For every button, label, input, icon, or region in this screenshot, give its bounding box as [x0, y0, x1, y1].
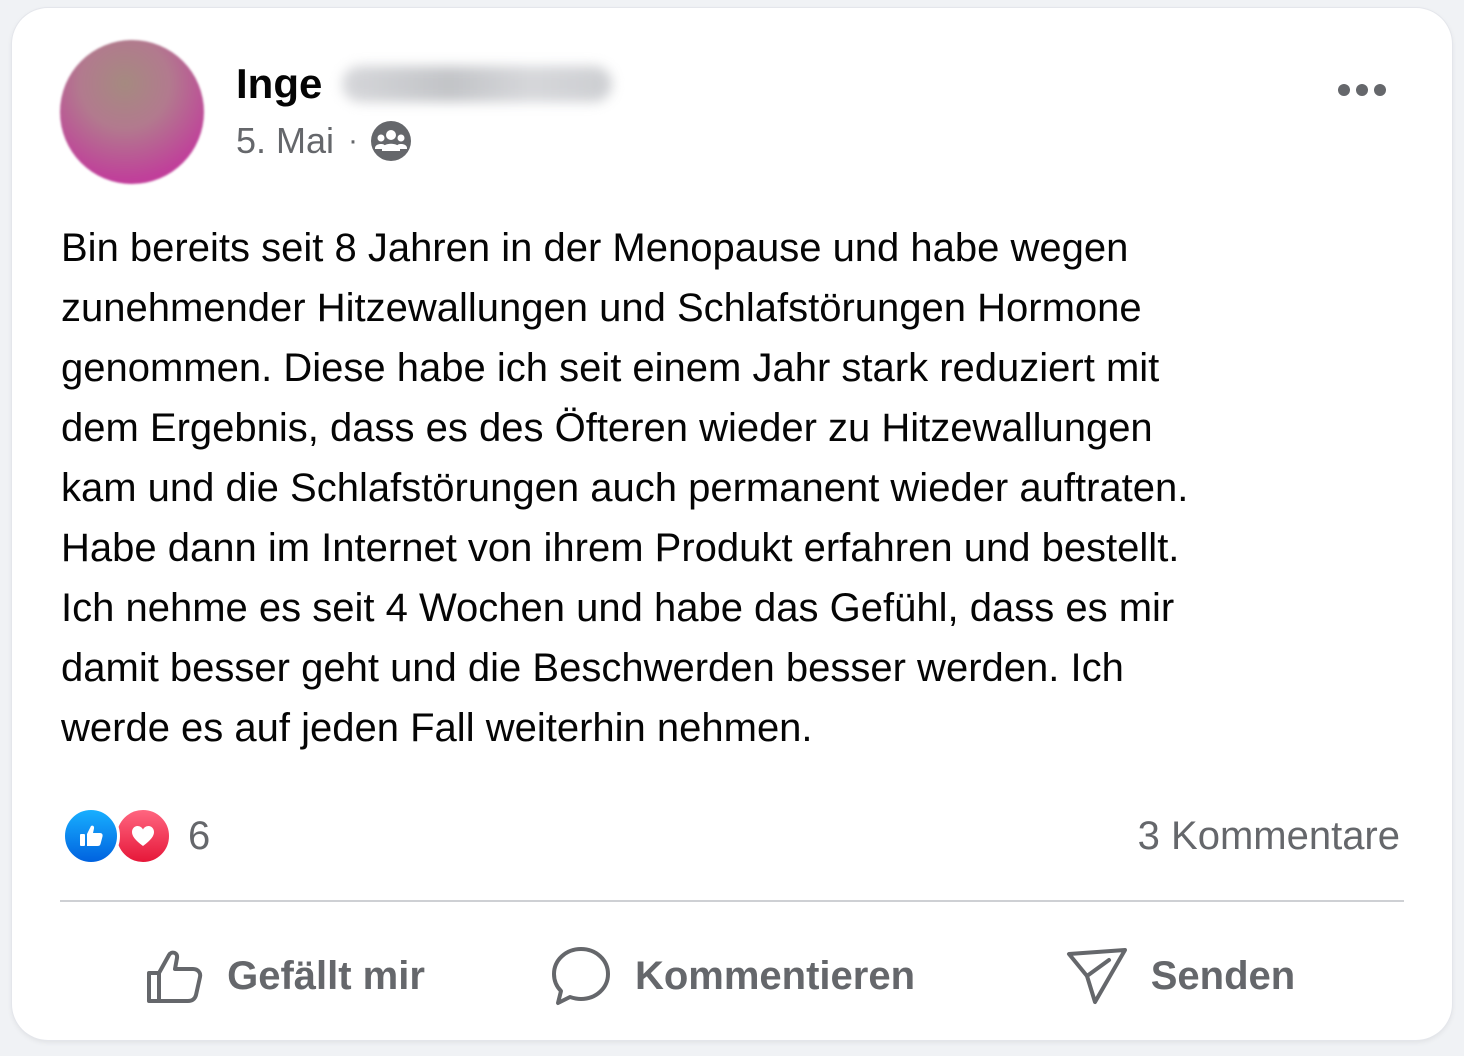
- love-icon: [114, 807, 172, 865]
- more-dot-icon: [1374, 84, 1386, 96]
- author-last-name-blurred: [342, 66, 613, 102]
- meta-separator: ·: [348, 124, 359, 157]
- post-date[interactable]: 5. Mai: [236, 120, 334, 162]
- more-dot-icon: [1356, 84, 1368, 96]
- reactions-summary[interactable]: 6: [62, 806, 210, 866]
- send-icon: [1066, 948, 1127, 1004]
- author-name[interactable]: Inge: [236, 60, 322, 108]
- more-options-button[interactable]: [1332, 70, 1392, 110]
- speech-bubble-icon: [551, 947, 610, 1005]
- divider: [60, 900, 1404, 902]
- post-meta: 5. Mai ·: [236, 116, 412, 166]
- thumbs-up-icon: [147, 950, 203, 1003]
- share-button-label: Senden: [1150, 953, 1296, 998]
- like-icon: [62, 807, 120, 865]
- like-button-label: Gefällt mir: [227, 953, 425, 998]
- group-icon: [370, 120, 412, 162]
- comments-count-link[interactable]: 3 Kommentare: [1138, 808, 1400, 864]
- author-name-row: Inge: [236, 56, 613, 112]
- share-button[interactable]: Senden: [956, 936, 1404, 1016]
- reaction-count: 6: [188, 813, 211, 858]
- action-bar: Gefällt mir Kommentieren Senden: [60, 936, 1404, 1016]
- post-text: Bin bereits seit 8 Jahren in der Menopau…: [61, 226, 1189, 750]
- like-button[interactable]: Gefällt mir: [60, 936, 508, 1016]
- author-avatar[interactable]: [60, 40, 204, 184]
- comment-button[interactable]: Kommentieren: [508, 936, 956, 1016]
- post-card: Inge 5. Mai · Bin bereits seit 8 Jahren …: [12, 8, 1452, 1040]
- more-dot-icon: [1338, 84, 1350, 96]
- comment-button-label: Kommentieren: [634, 953, 916, 998]
